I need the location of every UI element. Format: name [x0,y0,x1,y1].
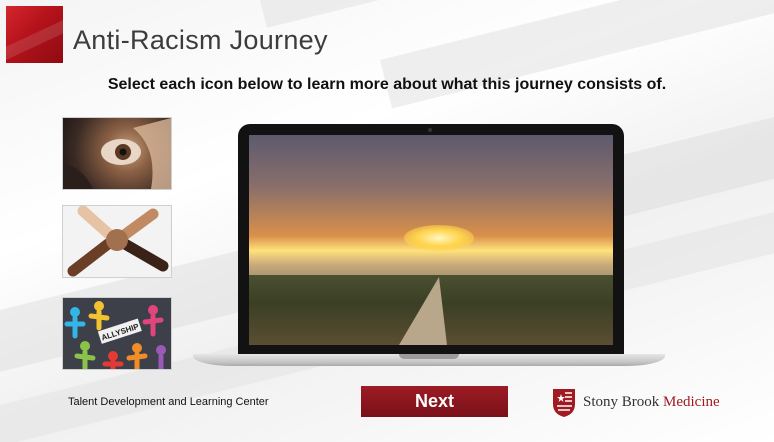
instruction-text: Select each icon below to learn more abo… [107,76,667,93]
department-label: Talent Development and Learning Center [68,396,269,408]
laptop-notch [399,354,459,359]
page-title: Anti-Racism Journey [73,25,328,55]
joined-hands-graphic [63,206,171,277]
eye-closeup-graphic [63,118,171,189]
sunset-glow [404,225,474,251]
logo-text-stony-brook: Stony Brook [583,394,660,410]
landscape-path [399,277,447,345]
laptop-image [193,124,665,372]
eye-closeup-icon[interactable] [62,117,172,190]
joined-hands-icon[interactable] [62,205,172,278]
shield-icon [553,389,575,417]
slide: Anti-Racism Journey Select each icon bel… [0,0,774,442]
laptop-lid [238,124,624,354]
laptop-screen [249,135,613,345]
logo-text: Stony Brook Medicine [583,394,720,411]
corner-accent [6,6,63,63]
logo-text-medicine: Medicine [663,394,720,410]
allyship-figures-icon[interactable]: ALLYSHIP [62,297,172,370]
allyship-figures-graphic: ALLYSHIP [63,298,171,369]
stony-brook-logo: Stony Brook Medicine [552,388,752,418]
next-button[interactable]: Next [361,386,508,417]
laptop-camera [428,128,432,132]
